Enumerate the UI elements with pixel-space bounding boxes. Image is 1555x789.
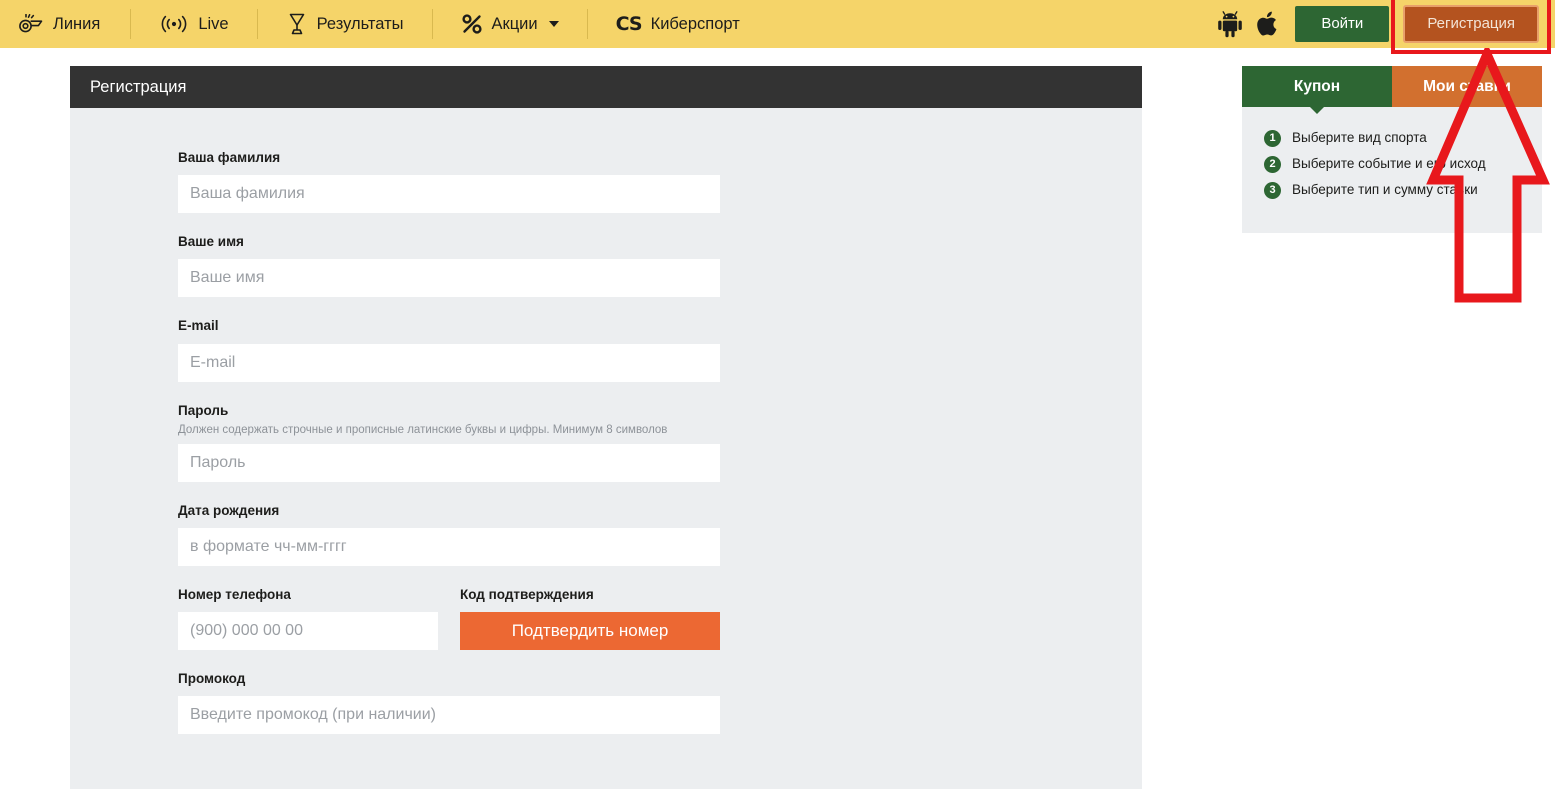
password-input[interactable] [178, 443, 720, 482]
chevron-down-icon [548, 21, 559, 27]
step-text: Выберите событие и его исход [1292, 156, 1486, 172]
field-label: Код подтверждения [460, 586, 594, 602]
promocode-input[interactable] [178, 696, 720, 735]
list-item: 3 Выберите тип и сумму ставки [1264, 182, 1542, 199]
step-number-badge: 2 [1264, 156, 1281, 173]
apple-icon[interactable] [1257, 10, 1281, 38]
register-button-wrapper: Регистрация [1391, 0, 1551, 54]
nav-item-live[interactable]: Live [131, 0, 256, 48]
confirm-phone-button[interactable]: Подтвердить номер [460, 612, 720, 651]
nav-item-akcii[interactable]: Акции [433, 0, 587, 48]
nav-item-label: Результаты [316, 14, 404, 33]
email-input[interactable] [178, 343, 720, 382]
list-item: 1 Выберите вид спорта [1264, 130, 1542, 147]
step-number-badge: 3 [1264, 182, 1281, 199]
percent-icon [461, 13, 483, 35]
broadcast-icon [159, 15, 189, 33]
tab-my-bets[interactable]: Мои ставки [1392, 66, 1542, 107]
step-text: Выберите тип и сумму ставки [1292, 182, 1478, 198]
field-birthdate: Дата рождения [178, 503, 1142, 566]
coupon-sidebar: Купон Мои ставки 1 Выберите вид спорта 2… [1242, 66, 1542, 233]
nav-item-label: Live [198, 14, 229, 33]
step-text: Выберите вид спорта [1292, 130, 1427, 146]
nav-item-kibersport[interactable]: CS Киберспорт [588, 0, 768, 48]
field-label: E-mail [178, 318, 219, 334]
form-panel-header: Регистрация [70, 66, 1142, 108]
field-firstname: Ваше имя [178, 234, 1142, 298]
nav-item-rezultaty[interactable]: Результаты [258, 0, 432, 48]
cs-logo-icon: CS [615, 13, 643, 35]
nav-left-group: Линия Live Результаты Акции CS Киберспор… [0, 0, 768, 48]
firstname-input[interactable] [178, 259, 720, 298]
top-navigation-bar: Линия Live Результаты Акции CS Киберспор… [0, 0, 1555, 54]
whistle-icon [18, 14, 44, 34]
phone-input[interactable] [178, 612, 438, 651]
step-number-badge: 1 [1264, 130, 1281, 147]
tab-label: Купон [1293, 77, 1341, 95]
password-hint: Должен содержать строчные и прописные ла… [178, 423, 668, 436]
field-password: Пароль Должен содержать строчные и пропи… [178, 403, 1142, 482]
field-promocode: Промокод [178, 671, 1142, 735]
field-label: Ваша фамилия [178, 150, 281, 165]
nav-item-label: Линия [53, 14, 101, 33]
birthdate-input[interactable] [178, 527, 720, 566]
field-label: Номер телефона [178, 586, 291, 602]
register-button[interactable]: Регистрация [1403, 5, 1539, 43]
field-lastname: Ваша фамилия [178, 150, 1142, 214]
trophy-icon [286, 12, 308, 36]
nav-item-label: Киберспорт [650, 14, 740, 33]
registration-form-panel: Регистрация Ваша фамилия Ваше имя E-mail… [70, 66, 1142, 789]
tab-coupon[interactable]: Купон [1242, 66, 1392, 114]
phone-confirm-row: Номер телефона Код подтверждения Подтвер… [178, 586, 1142, 651]
field-label: Ваше имя [178, 234, 244, 250]
android-icon[interactable] [1217, 10, 1243, 38]
form-body: Ваша фамилия Ваше имя E-mail Пароль Долж… [70, 108, 1142, 735]
field-phone: Номер телефона [178, 586, 438, 651]
field-label: Дата рождения [178, 502, 280, 518]
login-button[interactable]: Войти [1295, 6, 1390, 42]
sidebar-tabs: Купон Мои ставки [1242, 66, 1542, 114]
field-label: Пароль [178, 402, 229, 418]
field-email: E-mail [178, 318, 1142, 382]
nav-item-liniya[interactable]: Линия [0, 0, 130, 48]
page-title: Регистрация [90, 77, 187, 96]
field-label: Промокод [178, 671, 246, 687]
nav-item-label: Акции [491, 14, 538, 33]
coupon-steps-list: 1 Выберите вид спорта 2 Выберите событие… [1242, 107, 1542, 233]
field-confirmcode: Код подтверждения Подтвердить номер [460, 586, 720, 651]
nav-right-group: Войти Регистрация [1217, 0, 1555, 54]
tab-label: Мои ставки [1423, 77, 1511, 95]
lastname-input[interactable] [178, 175, 720, 214]
list-item: 2 Выберите событие и его исход [1264, 156, 1542, 173]
